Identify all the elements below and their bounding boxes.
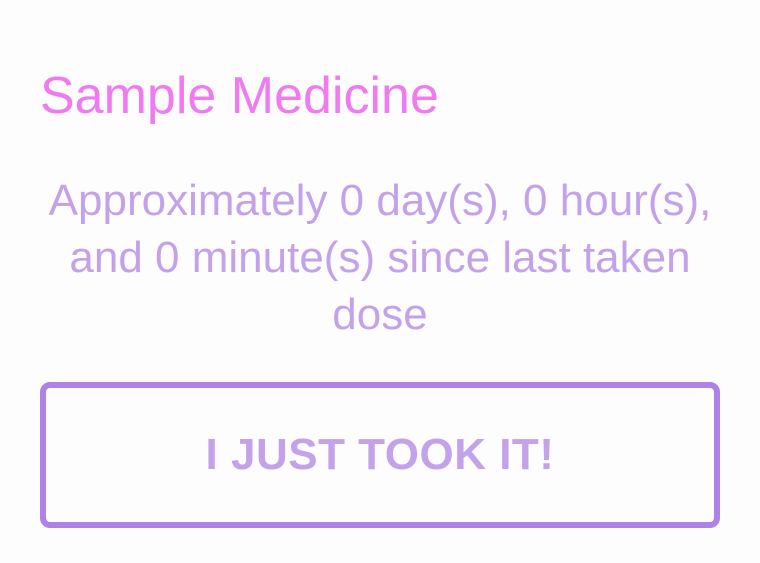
i-just-took-it-button[interactable]: I JUST TOOK IT! bbox=[40, 382, 720, 528]
medicine-card: Sample Medicine Approximately 0 day(s), … bbox=[0, 0, 760, 563]
medicine-name: Sample Medicine bbox=[40, 67, 439, 125]
i-just-took-it-label: I JUST TOOK IT! bbox=[205, 430, 555, 479]
time-since-last-dose: Approximately 0 day(s), 0 hour(s), and 0… bbox=[48, 176, 712, 339]
